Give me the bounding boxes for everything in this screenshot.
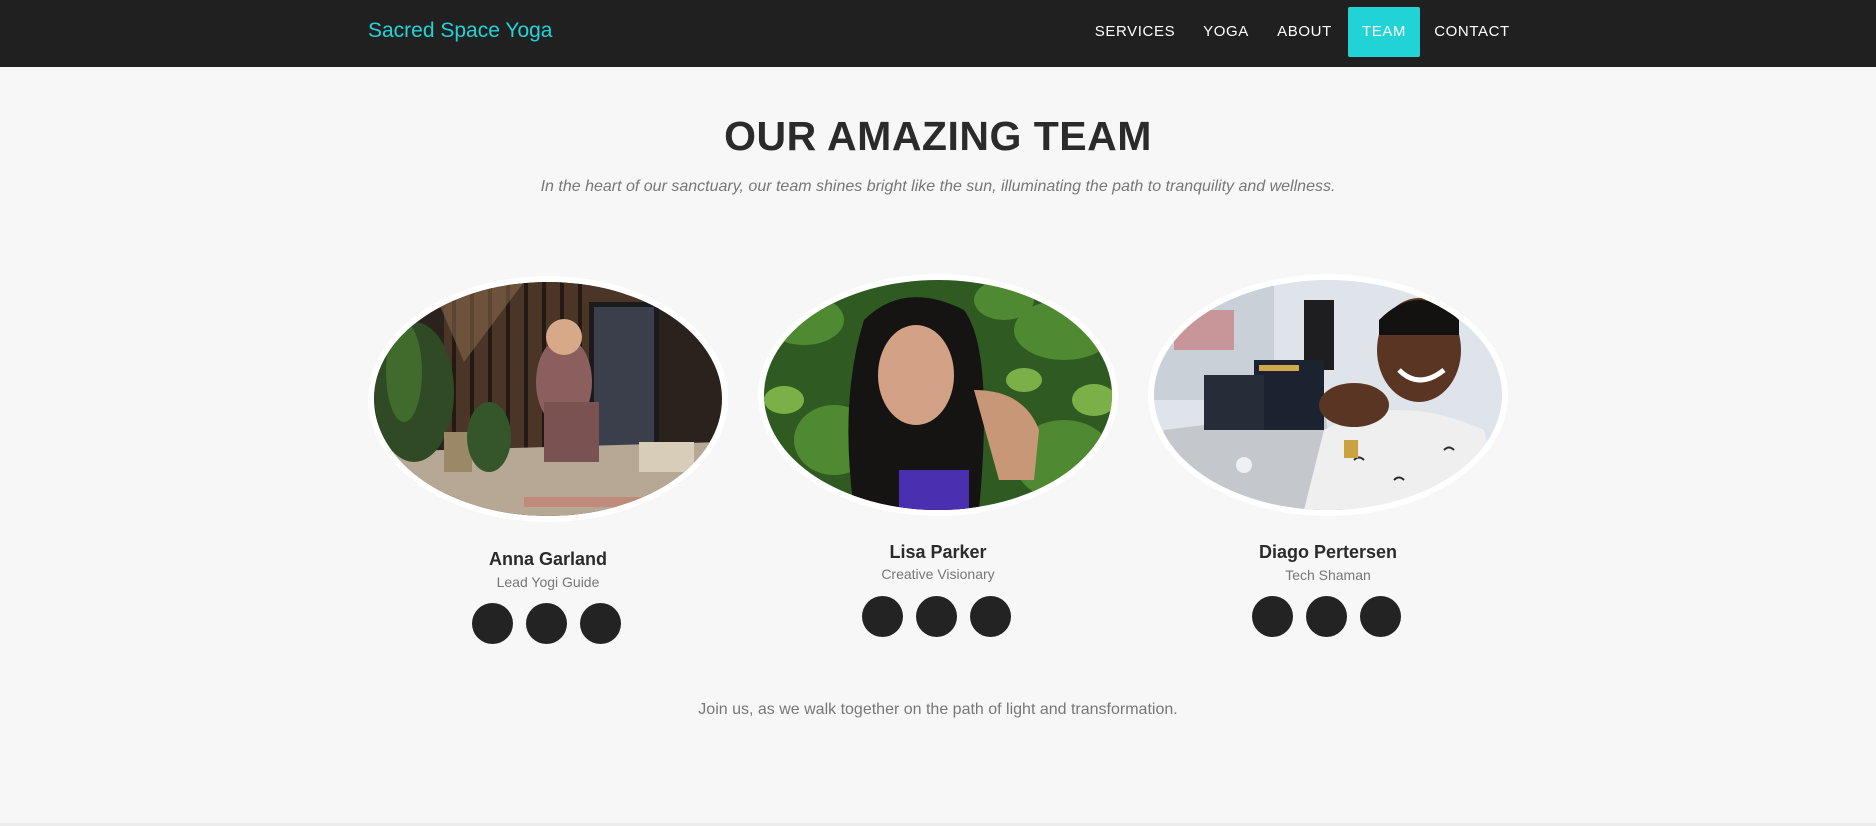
team-card-anna: Anna Garland Lead Yogi Guide <box>368 276 728 646</box>
team-member-role: Tech Shaman <box>1285 567 1371 583</box>
team-photo-diago <box>1154 280 1502 510</box>
team-member-role: Lead Yogi Guide <box>496 574 600 590</box>
social-links <box>1148 596 1508 637</box>
nav-link-team[interactable]: TEAM <box>1348 7 1420 57</box>
social-icon-button[interactable] <box>916 596 957 637</box>
social-links <box>368 603 728 644</box>
team-photo-frame <box>1148 274 1508 516</box>
social-icon-button[interactable] <box>862 596 903 637</box>
team-member-name: Lisa Parker <box>889 542 987 562</box>
team-photo-lisa <box>764 280 1112 510</box>
nav-menu: SERVICES YOGA ABOUT TEAM CONTACT <box>0 7 1876 57</box>
team-member-name: Diago Pertersen <box>1258 542 1398 562</box>
page-subtitle: In the heart of our sanctuary, our team … <box>540 178 1336 195</box>
page-title: OUR AMAZING TEAM <box>724 113 1152 159</box>
nav-link-yoga[interactable]: YOGA <box>1196 7 1256 57</box>
team-member-role: Creative Visionary <box>881 566 995 582</box>
social-icon-button[interactable] <box>970 596 1011 637</box>
nav-link-about[interactable]: ABOUT <box>1267 7 1342 57</box>
team-member-name: Anna Garland <box>488 549 608 569</box>
social-icon-button[interactable] <box>472 603 513 644</box>
nav-link-contact[interactable]: CONTACT <box>1427 7 1517 57</box>
team-photo-anna <box>374 282 722 516</box>
social-icon-button[interactable] <box>1252 596 1293 637</box>
team-card-lisa: Lisa Parker Creative Visionary <box>758 274 1118 640</box>
social-icon-button[interactable] <box>526 603 567 644</box>
social-icon-button[interactable] <box>1306 596 1347 637</box>
social-icon-button[interactable] <box>580 603 621 644</box>
closing-message: Join us, as we walk together on the path… <box>698 701 1178 718</box>
navbar: Sacred Space Yoga SERVICES YOGA ABOUT TE… <box>0 0 1876 67</box>
team-photo-frame <box>368 276 728 522</box>
team-card-diago: Diago Pertersen Tech Shaman <box>1148 274 1508 640</box>
team-photo-frame <box>758 274 1118 516</box>
social-icon-button[interactable] <box>1360 596 1401 637</box>
social-links <box>758 596 1118 637</box>
nav-link-services[interactable]: SERVICES <box>1084 7 1186 57</box>
